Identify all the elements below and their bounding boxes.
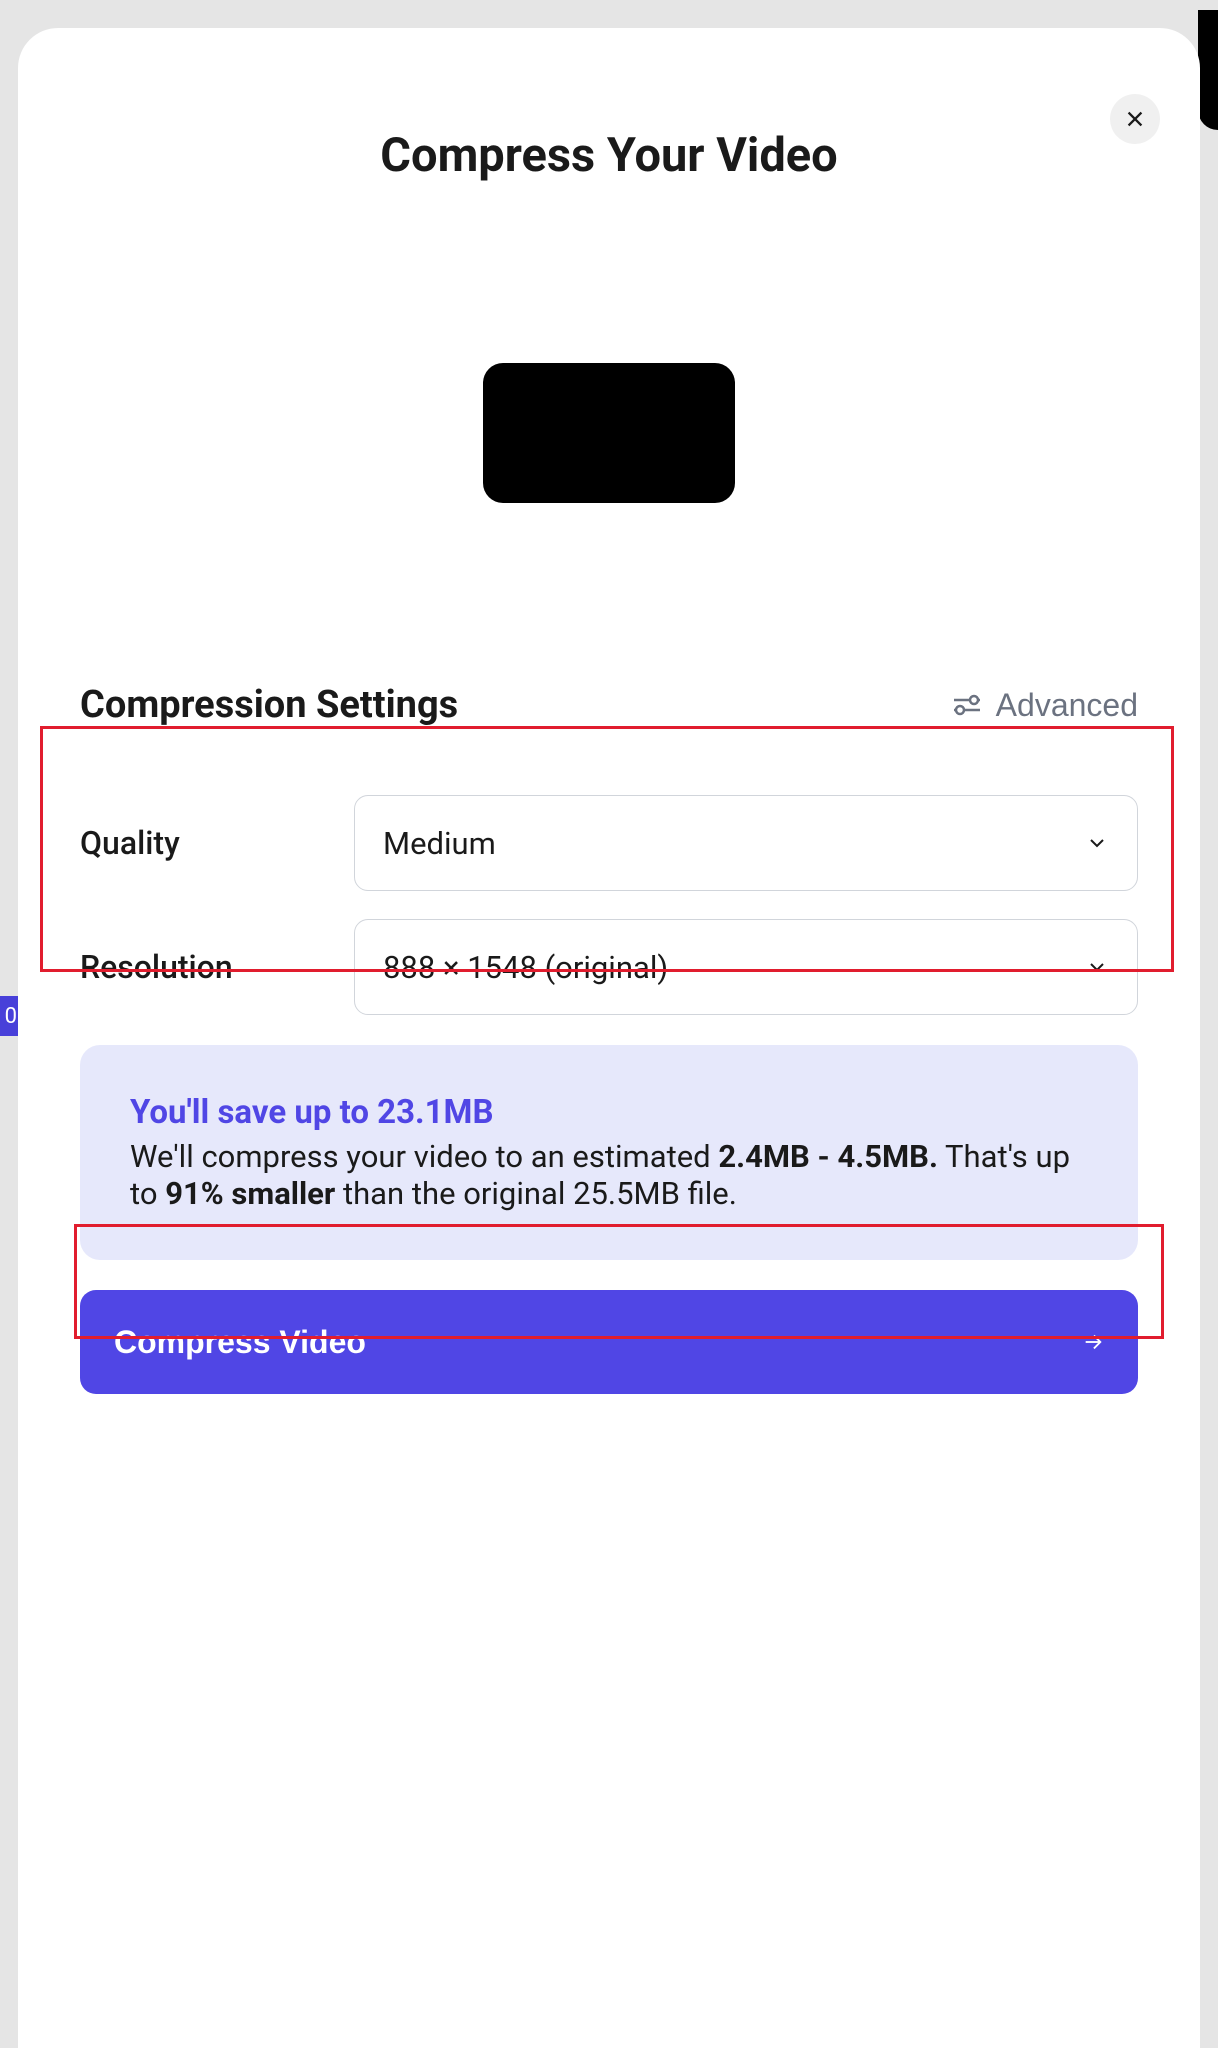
modal-title: Compress Your Video <box>18 28 1200 183</box>
savings-text-post: than the original 25.5MB file. <box>335 1175 737 1212</box>
settings-header-row: Compression Settings Advanced <box>18 683 1200 727</box>
settings-heading: Compression Settings <box>80 683 458 727</box>
savings-percent: 91% smaller <box>165 1175 335 1212</box>
arrow-right-icon <box>1082 1331 1104 1353</box>
resolution-row: Resolution 888 × 1548 (original) <box>80 919 1138 1015</box>
advanced-button[interactable]: Advanced <box>952 687 1138 724</box>
sliders-icon <box>952 693 982 717</box>
video-preview-area <box>18 243 1200 623</box>
chevron-down-icon <box>1085 955 1109 979</box>
resolution-label: Resolution <box>80 948 354 986</box>
quality-row: Quality Medium <box>80 795 1138 891</box>
savings-body: We'll compress your video to an estimate… <box>130 1138 1088 1212</box>
background-peek-left: 0 <box>0 996 18 1036</box>
savings-size-range: 2.4MB - 4.5MB. <box>718 1138 938 1175</box>
savings-text-pre: We'll compress your video to an estimate… <box>130 1138 718 1175</box>
background-peek-text: 0 <box>5 1004 17 1029</box>
quality-label: Quality <box>80 824 354 862</box>
video-thumbnail <box>483 363 735 503</box>
compress-video-modal: Compress Your Video Compression Settings… <box>18 28 1200 2048</box>
quality-select[interactable]: Medium <box>354 795 1138 891</box>
compress-button-label: Compress Video <box>114 1324 366 1361</box>
quality-value: Medium <box>383 825 496 862</box>
resolution-value: 888 × 1548 (original) <box>383 949 668 986</box>
background-peek-right <box>1198 10 1218 130</box>
close-icon <box>1124 108 1146 130</box>
close-button[interactable] <box>1110 94 1160 144</box>
settings-form: Quality Medium Resolution 888 × 1548 (or… <box>18 795 1200 1015</box>
compress-video-button[interactable]: Compress Video <box>80 1290 1138 1394</box>
chevron-down-icon <box>1085 831 1109 855</box>
advanced-label: Advanced <box>996 687 1138 724</box>
savings-title: You'll save up to 23.1MB <box>130 1093 1088 1132</box>
resolution-select[interactable]: 888 × 1548 (original) <box>354 919 1138 1015</box>
savings-info-card: You'll save up to 23.1MB We'll compress … <box>80 1045 1138 1260</box>
